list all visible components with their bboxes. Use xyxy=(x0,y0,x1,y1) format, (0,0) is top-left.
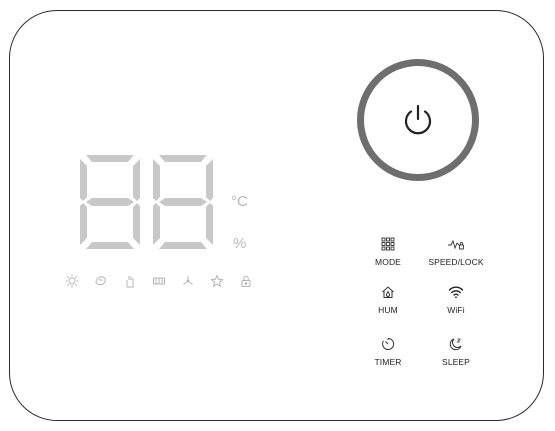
status-indicators xyxy=(64,273,254,289)
drying-icon xyxy=(93,273,109,289)
power-icon xyxy=(404,104,432,135)
digit-2 xyxy=(153,155,213,249)
fan-icon xyxy=(180,273,196,289)
lock-icon xyxy=(238,273,254,289)
hum-button[interactable]: HUM xyxy=(353,282,423,315)
hum-label: HUM xyxy=(378,305,398,315)
speed-lock-icon xyxy=(446,234,466,254)
timer-icon xyxy=(378,334,398,354)
sleep-moon-icon xyxy=(446,334,466,354)
mode-button[interactable]: MODE xyxy=(353,234,423,267)
wifi-button[interactable]: WiFi xyxy=(421,282,491,315)
star-icon xyxy=(209,273,225,289)
mode-grid-icon xyxy=(378,234,398,254)
speed-lock-label: SPEED/LOCK xyxy=(428,257,484,267)
power-button[interactable] xyxy=(357,59,479,181)
speed-lock-button[interactable]: SPEED/LOCK xyxy=(421,234,491,267)
sleep-button[interactable]: SLEEP xyxy=(421,334,491,367)
humidity-home-icon xyxy=(378,282,398,302)
seven-segment-display xyxy=(80,155,213,249)
timer-label: TIMER xyxy=(374,357,402,367)
wifi-icon xyxy=(446,282,466,302)
hand-wash-icon xyxy=(122,273,138,289)
mode-label: MODE xyxy=(375,257,401,267)
sleep-label: SLEEP xyxy=(442,357,470,367)
heat-sun-icon xyxy=(64,273,80,289)
timer-button[interactable]: TIMER xyxy=(353,334,423,367)
wifi-label: WiFi xyxy=(447,305,465,315)
filter-icon xyxy=(151,273,167,289)
temperature-unit: °C xyxy=(231,193,248,210)
digit-1 xyxy=(80,155,140,249)
humidity-unit: % xyxy=(233,235,247,252)
